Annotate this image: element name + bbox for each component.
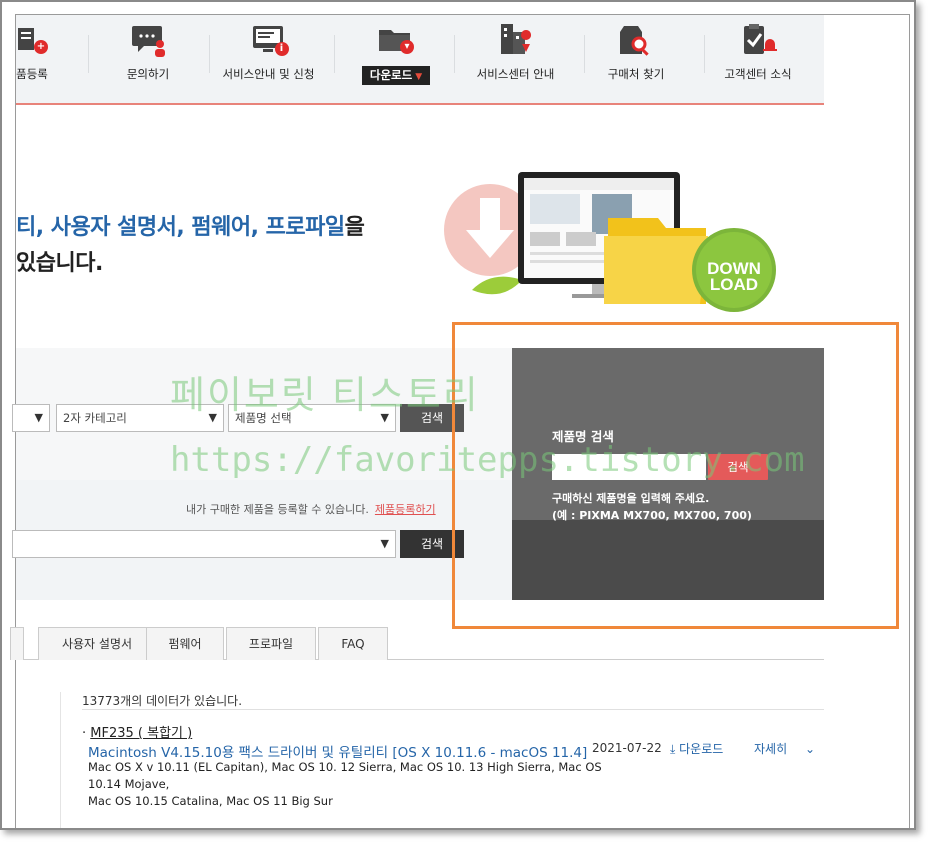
result-details-button[interactable]: 자세히 ⌄ [754,740,815,757]
category1-select[interactable]: ▼ [12,404,50,432]
nav-label: 품등록 [16,67,48,81]
register-product-link[interactable]: 제품등록하기 [375,503,436,516]
nav-item-download[interactable]: ▾ 다운로드 ▼ [356,15,436,103]
inquiry-icon [128,22,168,60]
watermark-line2: https://favoritepps.tistory.com [170,440,805,480]
details-label: 자세히 [754,742,788,756]
nav-label: 서비스안내 및 신청 [222,67,315,81]
result-date: 2021-07-22 [592,741,662,755]
register-text: 내가 구매한 제품을 등록할 수 있습니다. [186,503,369,516]
os-line: 10.14 Mojave, [88,777,170,791]
tab-faq[interactable]: FAQ [318,627,388,660]
chevron-down-icon: ⌄ [804,742,816,756]
nav-separator [88,35,89,73]
nav-label-active: 다운로드 ▼ [361,66,431,85]
page-heading: 티, 사용자 설명서, 펌웨어, 프로파일을 있습니다. [16,210,365,282]
nav-item-notice[interactable]: 고객센터 소식 [718,15,798,103]
category2-value: 2자 카테고리 [63,411,127,425]
result-divider [82,709,824,710]
product-register-icon: + [12,22,52,60]
os-line: Mac OS 10.15 Catalina, Mac OS 11 Big Sur [88,794,333,808]
nav-separator [704,35,705,73]
os-line: Mac OS X v 10.11 (EL Capitan), Mac OS 10… [88,760,602,774]
nav-label: 문의하기 [126,67,170,81]
frame-right-line [909,14,910,828]
nav-item-service-center[interactable]: 서비스센터 안내 [468,15,563,103]
result-os-list: Mac OS X v 10.11 (EL Capitan), Mac OS 10… [88,759,608,810]
download-text-2: LOAD [710,275,758,294]
result-title-link[interactable]: Macintosh V4.15.10용 팩스 드라이버 및 유틸리티 [OS X… [88,741,587,761]
register-info: 내가 구매한 제품을 등록할 수 있습니다. 제품등록하기 [186,501,436,517]
nav-separator [209,35,210,73]
download-folder-icon: ▾ [376,22,416,60]
model-link[interactable]: MF235 ( 복합기 ) [90,726,192,741]
caret-down-icon: ▼ [415,72,423,82]
result-download-button[interactable]: ⤓ 다운로드 [670,740,723,757]
nav-label: 서비스센터 안내 [476,67,555,81]
tab-user-manual[interactable]: 사용자 설명서 [38,627,156,660]
heading-line2: 있습니다. [16,251,103,276]
service-center-icon [496,22,536,60]
service-info-icon: i [249,22,289,60]
nav-item-product-register[interactable]: + 품등록 [2,15,62,103]
download-label: 다운로드 [679,742,724,756]
nav-item-service-info[interactable]: i 서비스안내 및 신청 [216,15,321,103]
screenshot-frame: + 품등록 문의하기 i 서비스안내 및 신청 ▾ 다운로드 ▼ 서비스센터 안… [0,0,916,830]
heading-line1-tail: 을 [344,215,365,240]
store-search-icon [616,22,656,60]
nav-label: 고객센터 소식 [724,67,792,81]
nav-item-inquiry[interactable]: 문의하기 [108,15,188,103]
tab-firmware[interactable]: 펌웨어 [146,627,224,660]
download-icon: ⤓ [670,742,676,756]
tab-profile[interactable]: 프로파일 [226,627,316,660]
heading-line1: 티, 사용자 설명서, 펌웨어, 프로파일 [16,215,345,240]
result-model: · MF235 ( 복합기 ) [82,722,192,741]
chevron-down-icon: ▼ [380,537,389,550]
tab-driver-partial[interactable] [10,627,24,660]
nav-item-store-search[interactable]: 구매처 찾기 [596,15,676,103]
nav-label: 구매처 찾기 [607,67,665,81]
result-count: 13773개의 데이터가 있습니다. [82,694,243,708]
nav-separator [584,35,585,73]
top-navigation: + 품등록 문의하기 i 서비스안내 및 신청 ▾ 다운로드 ▼ 서비스센터 안… [16,15,824,105]
chevron-down-icon: ▼ [34,411,43,424]
watermark-line1: 페이보릿 티스토리 [170,373,480,417]
nav-separator [454,35,455,73]
content-tabs: 사용자 설명서 펌웨어 프로파일 FAQ [10,627,824,660]
download-illustration: DOWN LOAD [442,170,782,320]
my-product-select[interactable]: ▼ [12,530,396,558]
results-left-divider [60,692,61,828]
nav-separator [334,35,335,73]
notice-icon [738,22,778,60]
